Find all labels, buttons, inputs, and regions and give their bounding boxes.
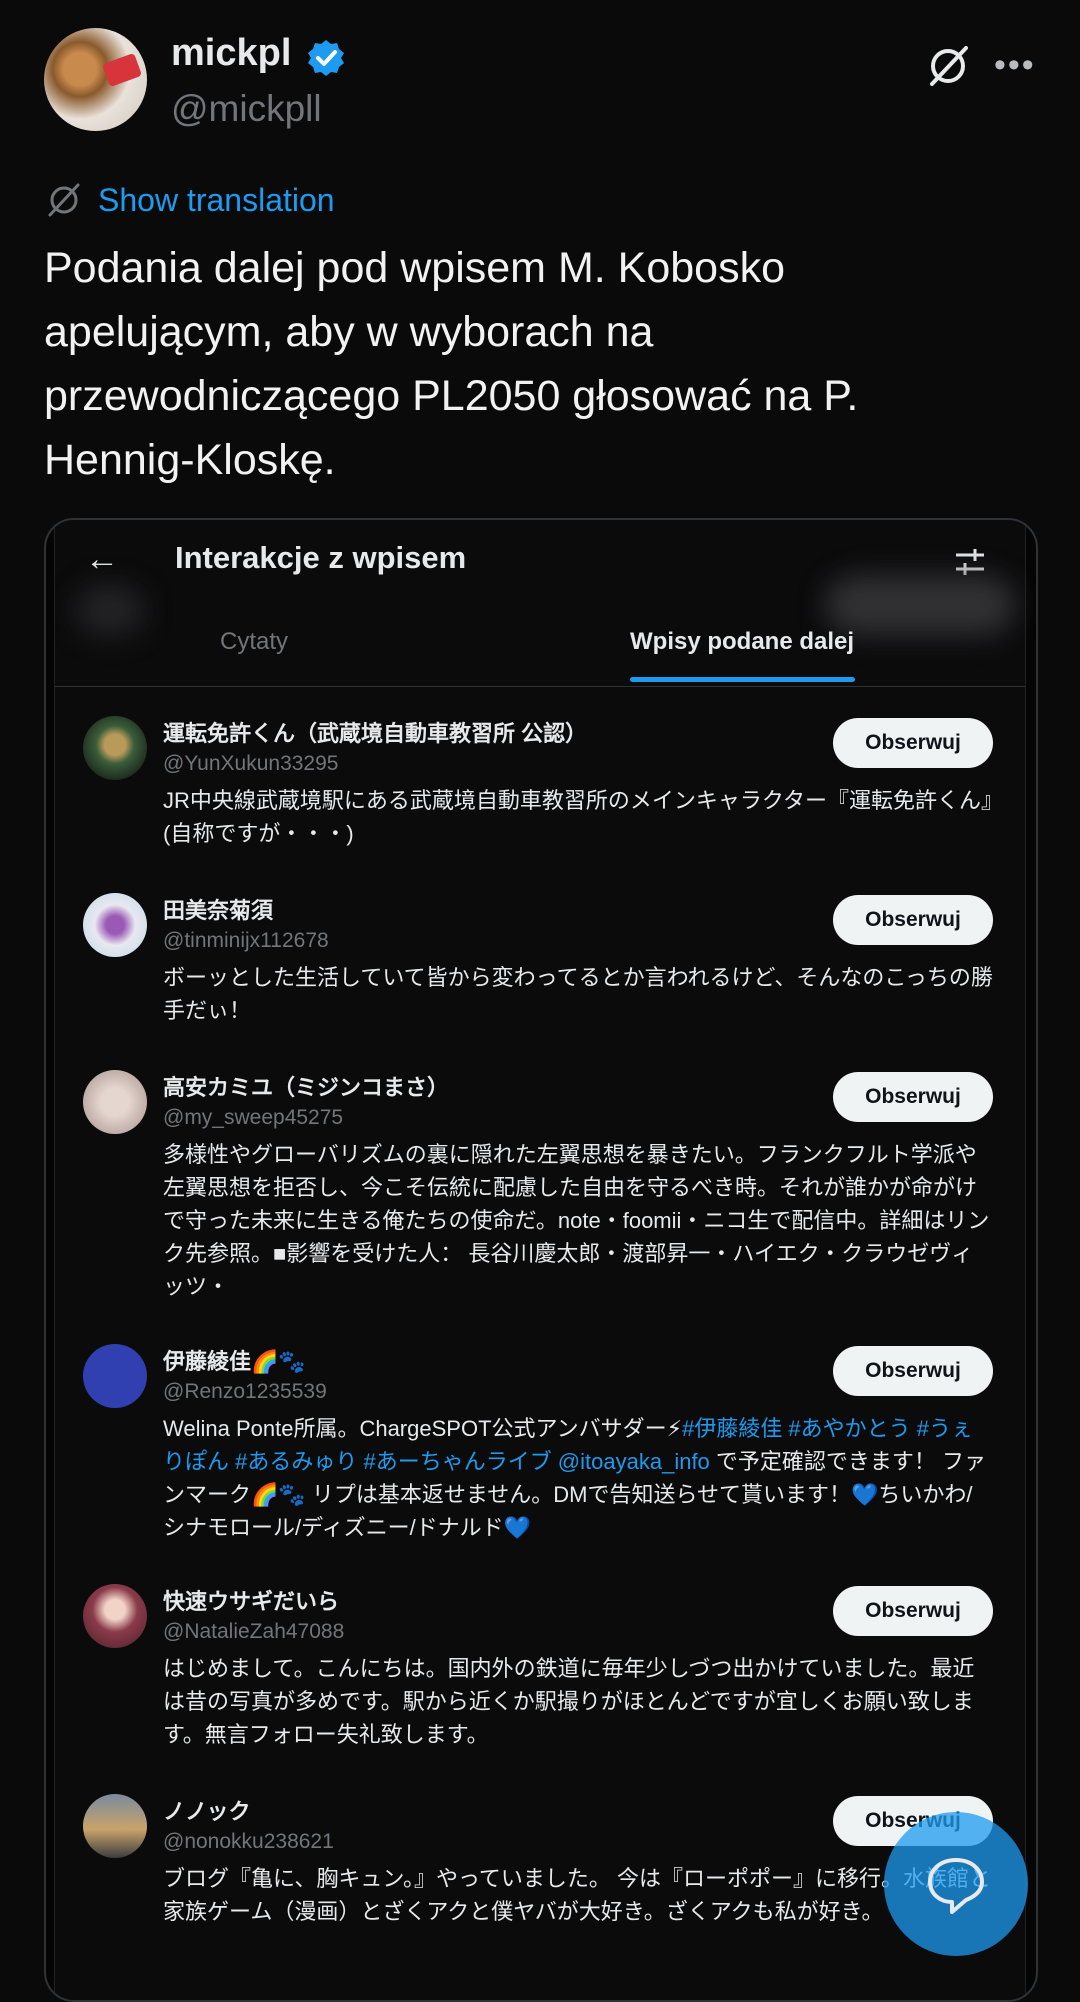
back-arrow-icon: ← xyxy=(85,540,119,578)
author-avatar[interactable] xyxy=(44,28,147,131)
user-name: ノノック xyxy=(163,1799,251,1824)
user-bio: 多様性やグローバリズムの裏に隠れた左翼思想を暴きたい。フランクフルト学派や左翼思… xyxy=(163,1142,990,1299)
follow-button: Obserwuj xyxy=(833,1346,993,1396)
embedded-title: Interakcje z wpisem xyxy=(175,540,467,575)
translate-icon xyxy=(48,183,80,217)
user-name: 伊藤綾佳🌈🐾 xyxy=(163,1349,306,1374)
user-handle: @my_sweep45275 xyxy=(163,1106,344,1129)
avatar xyxy=(83,1070,147,1134)
show-translation-link[interactable]: Show translation xyxy=(98,182,335,219)
avatar xyxy=(83,716,147,780)
user-bio: ブログ『亀に、胸キュン。』やっていました。 今は『ローポポー』に移行。水族館と家… xyxy=(163,1866,992,1924)
user-bio: JR中央線武蔵境駅にある武蔵境自動車教習所のメインキャラクター『運転免許くん』(… xyxy=(163,788,993,846)
follow-button: Obserwuj xyxy=(833,718,993,768)
avatar xyxy=(83,1794,147,1858)
embedded-image[interactable]: ← Interakcje z wpisem Cytaty Wpisy podan… xyxy=(44,518,1038,2002)
blurred-region xyxy=(825,575,1015,635)
compose-reply-icon xyxy=(928,1858,984,1914)
tweet-text: Podania dalej pod wpisem M. Kobosko apel… xyxy=(44,244,859,484)
avatar xyxy=(83,893,147,957)
user-bio: Welina Ponte所属。ChargeSPOT公式アンバサダー⚡#伊藤綾佳 … xyxy=(163,1412,993,1544)
user-handle: @Renzo1235539 xyxy=(163,1380,327,1403)
user-handle: @YunXukun33295 xyxy=(163,752,339,775)
follow-button: Obserwuj xyxy=(833,895,993,945)
user-handle: @tinminijx112678 xyxy=(163,929,329,952)
tab-wpisy-podane-dalej: Wpisy podane dalej xyxy=(630,628,855,655)
author-handle[interactable]: @mickpll xyxy=(171,88,322,130)
blurred-region xyxy=(75,585,145,635)
active-tab-indicator xyxy=(630,677,855,682)
author-display-name[interactable]: mickpl xyxy=(171,32,291,75)
tab-cytaty: Cytaty xyxy=(220,628,289,655)
follow-button: Obserwuj xyxy=(833,1586,993,1636)
follow-button: Obserwuj xyxy=(833,1072,993,1122)
verified-badge-icon xyxy=(308,40,344,76)
user-bio: ボーッとした生活していて皆から変わってるとか言われるけど、そんなのこっちの勝手だ… xyxy=(163,965,993,1023)
avatar xyxy=(83,1584,147,1648)
tweet-header: mickpl @mickpll ••• xyxy=(44,28,1044,138)
avatar xyxy=(83,1344,147,1408)
user-name: 田美奈菊須 xyxy=(163,898,274,923)
user-name: 高安カミユ（ミジンコまさ） xyxy=(163,1075,450,1100)
user-handle: @nonokku238621 xyxy=(163,1830,334,1853)
grok-icon[interactable] xyxy=(924,42,972,90)
user-name: 快速ウサギだいら xyxy=(163,1589,340,1614)
user-bio: はじめまして。こんにちは。国内外の鉄道に毎年少しづつ出かけていました。最近は昔の… xyxy=(163,1656,975,1747)
divider xyxy=(55,686,1025,687)
user-name: 運転免許くん（武蔵境自動車教習所 公認） xyxy=(163,721,588,746)
embedded-screen: ← Interakcje z wpisem Cytaty Wpisy podan… xyxy=(54,520,1026,2000)
user-handle: @NatalieZah47088 xyxy=(163,1620,345,1643)
more-icon[interactable]: ••• xyxy=(994,46,1044,86)
bio-text: Welina Ponte所属。ChargeSPOT公式アンバサダー⚡ xyxy=(163,1416,683,1441)
compose-reply-button[interactable] xyxy=(884,1812,1028,1956)
